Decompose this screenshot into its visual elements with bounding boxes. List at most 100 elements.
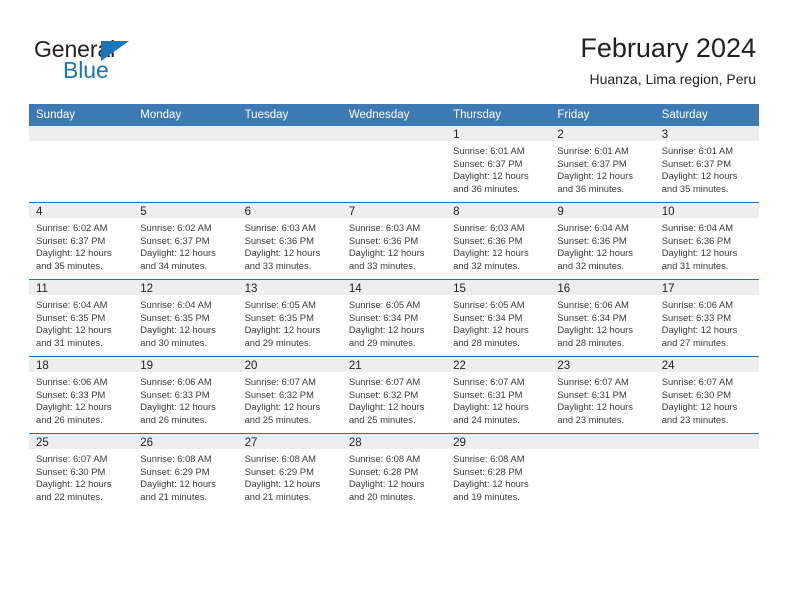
calendar-day-cell[interactable]: 7 Sunrise: 6:03 AM Sunset: 6:36 PM Daylight… xyxy=(341,202,447,280)
calendar-day-cell[interactable]: 5 Sunrise: 6:02 AM Sunset: 6:37 PM Daylight… xyxy=(133,202,238,280)
calendar-day-cell[interactable]: 20 Sunrise: 6:07 AM Sunset: 6:32 PM Dayligh… xyxy=(237,356,342,434)
sunset-text: Sunset: 6:31 PM xyxy=(453,388,523,400)
weekday-header-friday: Friday xyxy=(550,104,655,126)
day-number: 6 xyxy=(237,203,342,218)
generalblue-logo[interactable]: General Blue xyxy=(34,38,214,86)
calendar-day-cell[interactable]: 13 Sunrise: 6:05 AM Sunset: 6:35 PM Dayligh… xyxy=(237,279,342,357)
day-details: Sunrise: 6:08 AM Sunset: 6:28 PM Daylight:… xyxy=(342,449,446,503)
day-number: 23 xyxy=(550,357,655,372)
sunset-text: Sunset: 6:30 PM xyxy=(661,388,731,400)
day-number: 18 xyxy=(29,357,134,372)
daylight-text: Daylight: 12 hours xyxy=(453,170,529,182)
daylight-text: Daylight: 12 hours xyxy=(453,324,529,336)
day-number: 12 xyxy=(133,280,238,295)
daylight-text-cont: and 34 minutes. xyxy=(140,259,207,271)
daylight-text-cont: and 32 minutes. xyxy=(453,259,520,271)
calendar-day-cell[interactable]: 19 Sunrise: 6:06 AM Sunset: 6:33 PM Dayligh… xyxy=(133,356,238,434)
calendar-day-cell[interactable]: 9 Sunrise: 6:04 AM Sunset: 6:36 PM Daylight… xyxy=(550,202,655,280)
day-details: Sunrise: 6:04 AM Sunset: 6:35 PM Daylight:… xyxy=(29,295,133,349)
calendar-week-row: 4 Sunrise: 6:02 AM Sunset: 6:37 PM Daylight… xyxy=(29,202,759,280)
sunrise-text: Sunrise: 6:01 AM xyxy=(661,145,734,156)
calendar-day-cell[interactable]: 26 Sunrise: 6:08 AM Sunset: 6:29 PM Dayligh… xyxy=(133,433,238,510)
daylight-text-cont: and 28 minutes. xyxy=(557,336,625,348)
daylight-text: Daylight: 12 hours xyxy=(36,324,112,336)
day-details: Sunrise: 6:03 AM Sunset: 6:36 PM Daylight:… xyxy=(342,218,446,272)
daylight-text-cont: and 21 minutes. xyxy=(140,490,207,502)
daylight-text-cont: and 27 minutes. xyxy=(661,336,729,348)
calendar-day-cell[interactable]: 17 Sunrise: 6:06 AM Sunset: 6:33 PM Dayligh… xyxy=(654,279,759,357)
day-details: Sunrise: 6:08 AM Sunset: 6:29 PM Daylight:… xyxy=(133,449,237,503)
calendar-day-cell[interactable]: 22 Sunrise: 6:07 AM Sunset: 6:31 PM Dayligh… xyxy=(446,356,551,434)
calendar-day-cell[interactable]: 23 Sunrise: 6:07 AM Sunset: 6:31 PM Dayligh… xyxy=(550,356,655,434)
day-number: 10 xyxy=(654,203,759,218)
calendar-day-cell[interactable]: 21 Sunrise: 6:07 AM Sunset: 6:32 PM Dayligh… xyxy=(341,356,447,434)
daylight-text: Daylight: 12 hours xyxy=(36,247,112,259)
sunset-text: Sunset: 6:37 PM xyxy=(140,234,210,246)
day-number: 26 xyxy=(133,434,238,449)
calendar-day-cell-empty xyxy=(29,126,134,203)
title-block: February 2024 Huanza, Lima region, Peru xyxy=(580,33,756,87)
calendar-day-cell-empty xyxy=(237,126,342,203)
day-number: 21 xyxy=(341,357,447,372)
sunset-text: Sunset: 6:30 PM xyxy=(36,465,106,477)
daylight-text: Daylight: 12 hours xyxy=(36,401,112,413)
calendar-day-cell[interactable]: 14 Sunrise: 6:05 AM Sunset: 6:34 PM Dayligh… xyxy=(341,279,447,357)
calendar-page: General Blue February 2024 Huanza, Lima … xyxy=(0,0,792,612)
sunset-text: Sunset: 6:34 PM xyxy=(557,311,627,323)
sunrise-text: Sunrise: 6:08 AM xyxy=(244,453,316,464)
daylight-text-cont: and 29 minutes. xyxy=(348,336,416,348)
daylight-text: Daylight: 12 hours xyxy=(557,324,633,336)
daylight-text-cont: and 31 minutes. xyxy=(661,259,729,271)
calendar-day-cell[interactable]: 12 Sunrise: 6:04 AM Sunset: 6:35 PM Dayligh… xyxy=(133,279,238,357)
calendar-day-cell[interactable]: 4 Sunrise: 6:02 AM Sunset: 6:37 PM Daylight… xyxy=(29,202,134,280)
calendar-day-cell-empty xyxy=(654,433,759,510)
day-details: Sunrise: 6:06 AM Sunset: 6:33 PM Daylight:… xyxy=(133,372,237,426)
calendar-week-row: 25 Sunrise: 6:07 AM Sunset: 6:30 PM Dayligh… xyxy=(29,433,759,510)
calendar-day-cell[interactable]: 28 Sunrise: 6:08 AM Sunset: 6:28 PM Dayligh… xyxy=(341,433,447,510)
daylight-text-cont: and 35 minutes. xyxy=(661,182,729,194)
sunset-text: Sunset: 6:35 PM xyxy=(36,311,106,323)
calendar-day-cell[interactable]: 18 Sunrise: 6:06 AM Sunset: 6:33 PM Dayligh… xyxy=(29,356,134,434)
weekday-header-sunday: Sunday xyxy=(29,104,134,126)
calendar-day-cell[interactable]: 27 Sunrise: 6:08 AM Sunset: 6:29 PM Dayligh… xyxy=(237,433,342,510)
calendar-day-cell[interactable]: 15 Sunrise: 6:05 AM Sunset: 6:34 PM Dayligh… xyxy=(446,279,551,357)
sunset-text: Sunset: 6:36 PM xyxy=(557,234,627,246)
sunrise-text: Sunrise: 6:07 AM xyxy=(661,376,734,387)
calendar-day-cell[interactable]: 2 Sunrise: 6:01 AM Sunset: 6:37 PM Daylight… xyxy=(550,126,655,203)
daylight-text: Daylight: 12 hours xyxy=(661,247,738,259)
daylight-text: Daylight: 12 hours xyxy=(661,324,738,336)
calendar-day-cell[interactable]: 8 Sunrise: 6:03 AM Sunset: 6:36 PM Daylight… xyxy=(446,202,551,280)
day-number: 2 xyxy=(550,126,655,141)
sunset-text: Sunset: 6:32 PM xyxy=(244,388,314,400)
daylight-text-cont: and 26 minutes. xyxy=(140,413,207,425)
daylight-text-cont: and 32 minutes. xyxy=(557,259,625,271)
weekday-header-tuesday: Tuesday xyxy=(237,104,342,126)
daylight-text-cont: and 20 minutes. xyxy=(348,490,416,502)
calendar-day-cell[interactable]: 3 Sunrise: 6:01 AM Sunset: 6:37 PM Daylight… xyxy=(654,126,759,203)
sunset-text: Sunset: 6:36 PM xyxy=(348,234,419,246)
sunrise-text: Sunrise: 6:06 AM xyxy=(36,376,108,387)
daylight-text-cont: and 24 minutes. xyxy=(453,413,520,425)
sunrise-text: Sunrise: 6:01 AM xyxy=(557,145,629,156)
sunset-text: Sunset: 6:33 PM xyxy=(36,388,106,400)
calendar-week-row: 11 Sunrise: 6:04 AM Sunset: 6:35 PM Dayligh… xyxy=(29,279,759,357)
day-number: 4 xyxy=(29,203,134,218)
calendar-day-cell[interactable]: 16 Sunrise: 6:06 AM Sunset: 6:34 PM Dayligh… xyxy=(550,279,655,357)
calendar-day-cell[interactable]: 25 Sunrise: 6:07 AM Sunset: 6:30 PM Dayligh… xyxy=(29,433,134,510)
calendar-day-cell[interactable]: 29 Sunrise: 6:08 AM Sunset: 6:28 PM Dayligh… xyxy=(446,433,551,510)
calendar-day-cell[interactable]: 24 Sunrise: 6:07 AM Sunset: 6:30 PM Dayligh… xyxy=(654,356,759,434)
sunset-text: Sunset: 6:34 PM xyxy=(348,311,419,323)
day-number xyxy=(237,126,342,141)
calendar-day-cell[interactable]: 10 Sunrise: 6:04 AM Sunset: 6:36 PM Dayligh… xyxy=(654,202,759,280)
daylight-text-cont: and 25 minutes. xyxy=(348,413,416,425)
day-number xyxy=(654,434,759,449)
sunrise-text: Sunrise: 6:04 AM xyxy=(36,299,108,310)
calendar-day-cell[interactable]: 11 Sunrise: 6:04 AM Sunset: 6:35 PM Dayligh… xyxy=(29,279,134,357)
calendar-day-cell[interactable]: 1 Sunrise: 6:01 AM Sunset: 6:37 PM Daylight… xyxy=(446,126,551,203)
daylight-text: Daylight: 12 hours xyxy=(244,401,321,413)
sunrise-text: Sunrise: 6:05 AM xyxy=(244,299,316,310)
calendar-day-cell[interactable]: 6 Sunrise: 6:03 AM Sunset: 6:36 PM Daylight… xyxy=(237,202,342,280)
daylight-text: Daylight: 12 hours xyxy=(244,247,321,259)
sunset-text: Sunset: 6:37 PM xyxy=(661,157,731,169)
day-details: Sunrise: 6:01 AM Sunset: 6:37 PM Daylight:… xyxy=(655,141,759,195)
